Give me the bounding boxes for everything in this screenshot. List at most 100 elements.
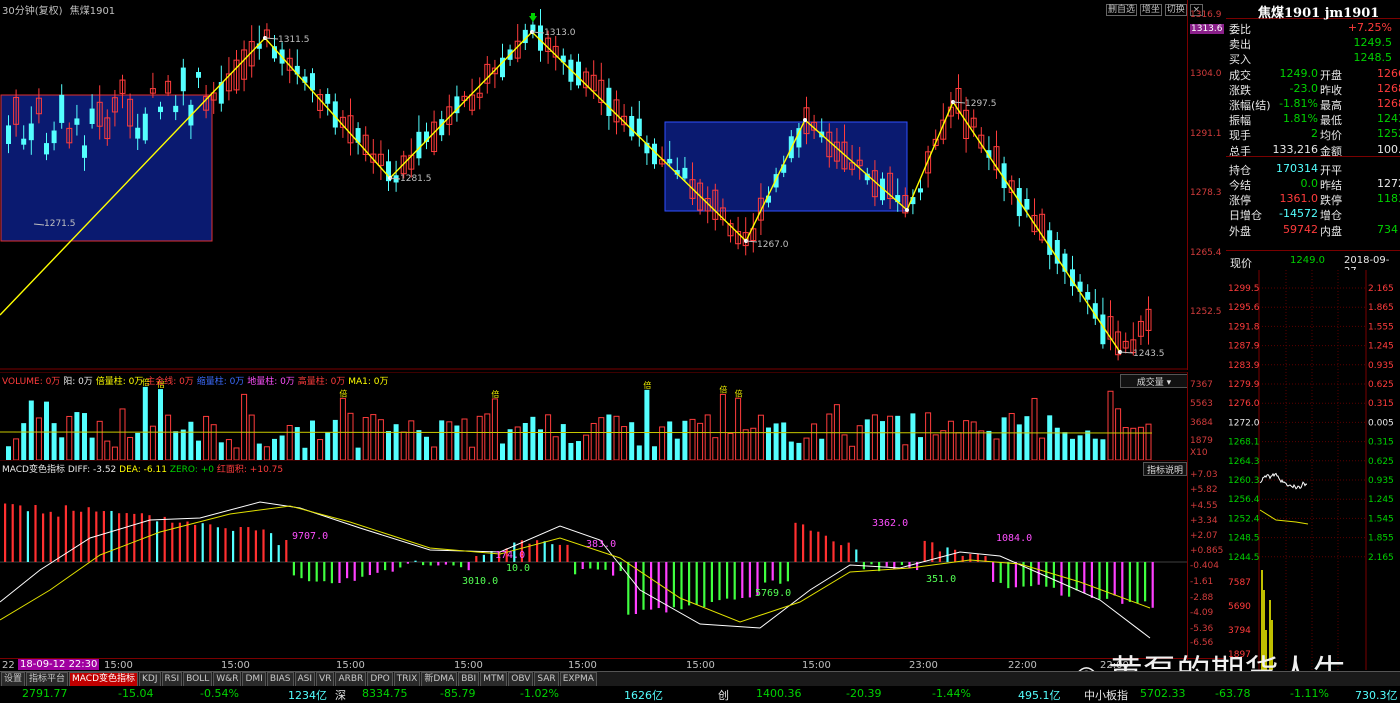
volume-bar — [583, 434, 590, 460]
quote-row: 委比 +7.25% — [1226, 21, 1400, 36]
minichart-left-tick: 1291.8 — [1228, 322, 1260, 332]
indicator-explain-button[interactable]: 指标说明 — [1143, 462, 1187, 476]
indicator-tab[interactable]: ARBR — [335, 672, 367, 687]
macd-area-label: 9707.0 — [292, 531, 328, 542]
double-volume-marker: 倍 — [735, 388, 743, 398]
macd-histogram-bar — [680, 562, 683, 610]
macd-axis-tick: +0.865 — [1190, 546, 1224, 556]
indicator-tab[interactable]: BBI — [458, 672, 480, 687]
macd-histogram-bar — [254, 530, 257, 562]
indicator-tab[interactable]: BIAS — [266, 672, 294, 687]
indicator-tab[interactable]: KDJ — [139, 672, 161, 687]
candle-body — [606, 87, 612, 116]
quote-label: 成交 — [1229, 68, 1251, 82]
indicator-tab[interactable]: 设置 — [1, 672, 26, 687]
indicator-tab[interactable]: TRIX — [393, 672, 421, 687]
volume-legend: VOLUME: 0万 阳: 0万 倍量柱: 0万 主金线: 0万 缩量柱: 0万… — [2, 374, 388, 387]
macd-histogram-bar — [353, 562, 356, 581]
volume-bar — [704, 414, 711, 460]
macd-axis-tick: +2.07 — [1190, 531, 1218, 541]
indicator-tab[interactable]: OBV — [508, 672, 534, 687]
zigzag-label: 1311.5 — [278, 35, 310, 45]
macd-histogram-bar — [209, 524, 212, 562]
volume-bar — [386, 431, 391, 460]
volume-bar — [149, 425, 156, 460]
volume-bar — [719, 393, 726, 460]
time-axis-label: 15:00 — [336, 660, 365, 671]
volume-bar — [742, 429, 749, 460]
volume-bar — [560, 424, 566, 460]
quote-row: 涨跌 -23.0昨收 1268 — [1226, 82, 1400, 97]
volume-bar — [757, 414, 764, 460]
price-axis-tick: 1252.5 — [1190, 307, 1222, 317]
indicator-tab[interactable]: W&R — [213, 672, 242, 687]
quote-value: -14572 — [1279, 207, 1318, 221]
volume-bar — [325, 432, 331, 460]
indicator-tab[interactable]: SAR — [534, 672, 559, 687]
indicator-tab[interactable]: VR — [316, 672, 335, 687]
volume-bar — [1122, 427, 1129, 460]
time-axis-label: 15:00 — [686, 660, 715, 671]
volume-bar — [621, 426, 628, 460]
macd-histogram-bar — [384, 562, 387, 571]
indicator-tab[interactable]: DPO — [367, 672, 393, 687]
volume-bar — [955, 432, 962, 460]
volume-bar — [173, 431, 179, 460]
add-coordinate-button[interactable]: 增坐 — [1139, 4, 1162, 16]
indicator-tab[interactable]: EXPMA — [559, 672, 597, 687]
time-start: 22 — [2, 660, 15, 671]
macd-histogram-bar — [80, 511, 83, 562]
quote-label: 振幅 — [1229, 114, 1251, 128]
candle-body — [142, 113, 148, 141]
macd-histogram-bar — [695, 562, 698, 605]
volume-dropdown-label: 成交量 — [1136, 378, 1164, 388]
macd-histogram-bar — [855, 549, 858, 562]
volume-bar — [180, 429, 186, 460]
indicator-tab[interactable]: MACD变色指标 — [69, 672, 139, 687]
volume-bar — [431, 446, 438, 460]
minichart-right-tick: 1.855 — [1368, 534, 1394, 544]
switch-button[interactable]: 切换 — [1164, 4, 1187, 16]
macd-axis-tick: +7.03 — [1190, 470, 1218, 480]
macd-histogram-bar — [824, 535, 827, 562]
macd-histogram-bar — [4, 503, 7, 562]
indicator-tab[interactable]: 新DMA — [421, 672, 458, 687]
volume-bar — [507, 429, 513, 460]
macd-chart[interactable]: 9707.0 3010.0 174.0 10.0 383.0 5769.0 3362.0 35… — [0, 460, 1187, 660]
volume-bar — [256, 443, 262, 460]
volume-bar — [735, 397, 742, 460]
volume-bar — [142, 386, 148, 460]
macd-legend: MACD变色指标 DIFF: -3.52 DEA: -6.11 ZERO: +0… — [2, 462, 283, 475]
indicator-tab[interactable]: 指标平台 — [26, 672, 69, 687]
volume-bar — [963, 420, 970, 460]
delete-favorite-button[interactable]: 删自选 — [1106, 4, 1138, 16]
macd-histogram-bar — [786, 562, 789, 582]
macd-histogram-bar — [125, 513, 128, 562]
macd-histogram-bar — [1128, 562, 1131, 602]
quote-value: 1249.0 — [1279, 66, 1319, 80]
candle-body — [918, 188, 923, 193]
candle-body — [21, 138, 27, 145]
macd-histogram-bar — [764, 562, 767, 583]
indicator-tab[interactable]: MTM — [480, 672, 508, 687]
volume-indicator-dropdown[interactable]: 成交量 ▾ — [1120, 374, 1188, 388]
indicator-tab[interactable]: DMI — [242, 672, 266, 687]
volume-bar — [667, 421, 673, 460]
indicator-tab[interactable]: ASI — [294, 672, 316, 687]
minichart-right-tick: 2.165 — [1368, 284, 1394, 294]
macd-histogram-bar — [688, 562, 691, 606]
candle-body — [636, 118, 642, 137]
macd-histogram-bar — [1151, 562, 1154, 608]
macd-histogram-bar — [1060, 562, 1063, 596]
candle-body — [325, 93, 331, 104]
indicator-tab[interactable]: RSI — [161, 672, 183, 687]
price-chart[interactable]: 1311.5 1313.0 1297.5 1281.5 1271.5 1267.0 1243… — [0, 0, 1187, 370]
intraday-minichart[interactable]: 1299.5 1295.6 1291.8 1287.9 1283.9 1279.9 1276… — [1226, 270, 1400, 670]
macd-histogram-bar — [954, 549, 957, 562]
macd-histogram-bar — [809, 530, 812, 562]
volume-axis: 7367 5563 3684 1879 X10 — [1187, 372, 1227, 460]
indicator-tab[interactable]: BOLL — [183, 672, 213, 687]
market-index-field: 中小板指 — [1084, 689, 1128, 702]
macd-histogram-bar — [1075, 562, 1078, 591]
volume-bar — [849, 445, 856, 460]
